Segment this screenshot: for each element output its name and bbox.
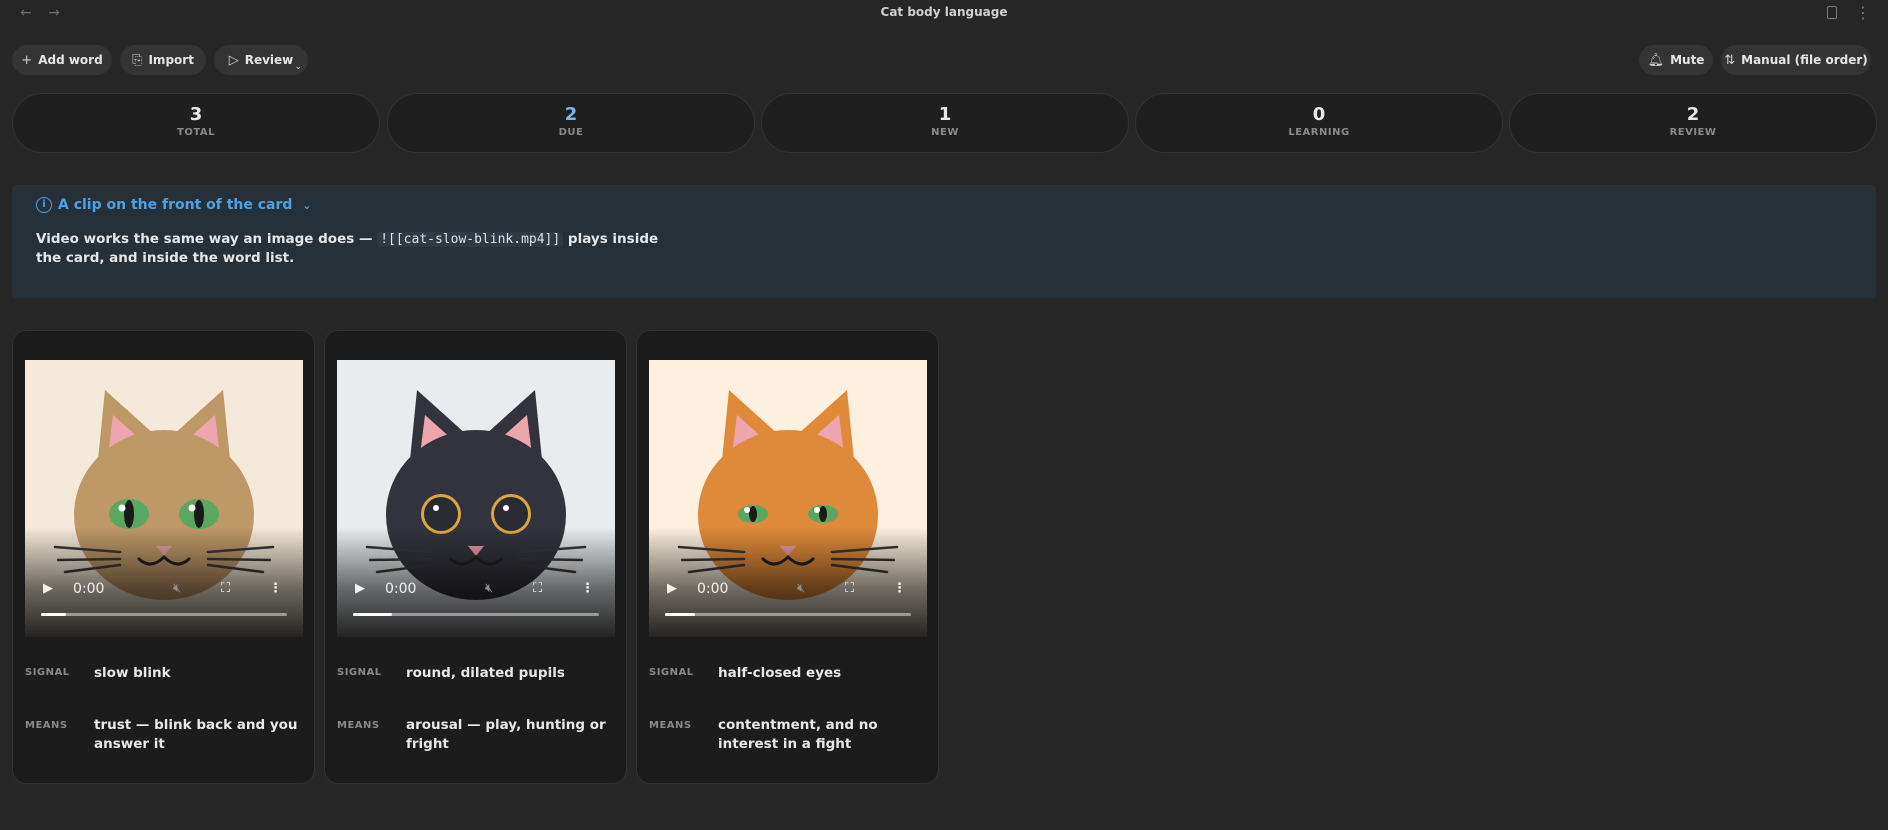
seek-progress xyxy=(41,613,66,616)
add-word-button[interactable]: + Add word xyxy=(12,45,112,75)
import-label: Import xyxy=(148,53,194,67)
stat-value: 0 xyxy=(1312,104,1326,125)
stat-learning: 0 LEARNING xyxy=(1135,93,1503,153)
more-vertical-icon[interactable]: ⋮ xyxy=(1854,4,1872,22)
more-vertical-icon[interactable]: ⋮ xyxy=(893,581,906,597)
toolbar: + Add word ⎘ Import ▷ Review ⌄ 🔔︎ Mute ⇅… xyxy=(0,45,1888,75)
means-label: MEANS xyxy=(25,720,68,731)
more-vertical-icon[interactable]: ⋮ xyxy=(269,581,282,597)
callout-header[interactable]: i A clip on the front of the card ⌄ xyxy=(36,197,312,213)
sort-label: Manual (file order) xyxy=(1741,53,1868,67)
cat-pupil-left xyxy=(124,500,134,528)
sort-order-button[interactable]: ⇅ Manual (file order) xyxy=(1721,45,1871,75)
callout-title: A clip on the front of the card xyxy=(58,197,293,213)
cat-pupil-right xyxy=(194,500,204,528)
cat-eye-shine-left xyxy=(118,504,126,512)
means-value: trust — blink back and you answer it xyxy=(94,717,298,752)
video-seek-bar[interactable] xyxy=(353,613,599,616)
callout-text: Video works the same way an image does — xyxy=(36,231,378,247)
review-button[interactable]: ▷ Review ⌄ xyxy=(214,45,308,75)
signal-value: half-closed eyes xyxy=(718,665,842,681)
stat-value: 1 xyxy=(938,104,952,125)
seek-progress xyxy=(665,613,695,616)
stat-review: 2 REVIEW xyxy=(1509,93,1877,153)
cat-eye-shine-right xyxy=(188,504,196,512)
video-player[interactable]: ▶ 0:00 🔇︎ ⛶ ⋮ xyxy=(649,360,927,637)
cat-eye-shine-right xyxy=(503,505,509,511)
stat-value: 2 xyxy=(1686,104,1700,125)
callout-body: Video works the same way an image does —… xyxy=(36,230,676,268)
stat-value: 3 xyxy=(189,104,203,125)
cat-eye-shine-left xyxy=(433,505,439,511)
plus-icon: + xyxy=(21,52,33,68)
means-value: arousal — play, hunting or fright xyxy=(406,717,606,752)
volume-icon[interactable]: 🔇︎ xyxy=(797,581,805,597)
stat-label: LEARNING xyxy=(1288,127,1350,138)
play-icon[interactable]: ▶ xyxy=(43,581,53,597)
volume-icon[interactable]: 🔇︎ xyxy=(485,581,493,597)
info-icon: i xyxy=(36,197,52,213)
volume-icon[interactable]: 🔇︎ xyxy=(173,581,181,597)
video-controls: ▶ 0:00 🔇︎ ⛶ ⋮ xyxy=(25,527,303,637)
window-title: Cat body language xyxy=(880,5,1008,19)
sort-icon: ⇅ xyxy=(1724,52,1736,68)
more-vertical-icon[interactable]: ⋮ xyxy=(581,581,594,597)
stat-label: NEW xyxy=(931,127,959,138)
stat-value: 2 xyxy=(564,104,578,125)
stat-label: TOTAL xyxy=(177,127,215,138)
video-time: 0:00 xyxy=(73,581,105,597)
video-controls: ▶ 0:00 🔇︎ ⛶ ⋮ xyxy=(649,527,927,637)
stat-due: 2 DUE xyxy=(387,93,755,153)
file-icon[interactable] xyxy=(1823,4,1841,22)
signal-label: SIGNAL xyxy=(25,667,70,678)
means-label: MEANS xyxy=(649,720,692,731)
signal-value: slow blink xyxy=(94,665,171,681)
video-time: 0:00 xyxy=(385,581,417,597)
video-player[interactable]: ▶ 0:00 🔇︎ ⛶ ⋮ xyxy=(25,360,303,637)
mute-button[interactable]: 🔔︎ Mute xyxy=(1639,45,1713,75)
cat-pupil-left xyxy=(749,506,757,522)
title-bar: ← → Cat body language ⋮ xyxy=(0,0,1888,26)
review-label: Review xyxy=(244,53,294,67)
stat-new: 1 NEW xyxy=(761,93,1129,153)
means-label: MEANS xyxy=(337,720,380,731)
word-card: ▶ 0:00 🔇︎ ⛶ ⋮ SIGNAL slow blink MEANS tr… xyxy=(12,330,315,784)
signal-label: SIGNAL xyxy=(337,667,382,678)
video-controls: ▶ 0:00 🔇︎ ⛶ ⋮ xyxy=(337,527,615,637)
signal-value: round, dilated pupils xyxy=(406,665,565,681)
bell-icon: 🔔︎ xyxy=(1647,52,1665,68)
signal-label: SIGNAL xyxy=(649,667,694,678)
mute-label: Mute xyxy=(1670,53,1705,67)
cat-pupil-right xyxy=(819,506,827,522)
seek-progress xyxy=(353,613,393,616)
stat-label: REVIEW xyxy=(1669,127,1717,138)
word-card: ▶ 0:00 🔇︎ ⛶ ⋮ SIGNAL half-closed eyes ME… xyxy=(636,330,939,784)
fullscreen-icon[interactable]: ⛶ xyxy=(221,581,230,597)
play-icon: ▷ xyxy=(228,52,239,68)
cat-eye-shine-left xyxy=(744,507,750,513)
import-button[interactable]: ⎘ Import xyxy=(120,45,206,75)
stat-label: DUE xyxy=(558,127,584,138)
stat-total: 3 TOTAL xyxy=(12,93,380,153)
chevron-down-icon[interactable]: ⌄ xyxy=(294,62,302,72)
video-seek-bar[interactable] xyxy=(665,613,911,616)
video-time: 0:00 xyxy=(697,581,729,597)
add-word-label: Add word xyxy=(38,53,103,67)
video-seek-bar[interactable] xyxy=(41,613,287,616)
callout-code: ![[cat-slow-blink.mp4]] xyxy=(377,232,564,247)
cat-pupil-left xyxy=(424,497,458,531)
info-callout: i A clip on the front of the card ⌄ Vide… xyxy=(12,185,1876,298)
chevron-down-icon[interactable]: ⌄ xyxy=(302,199,311,212)
fullscreen-icon[interactable]: ⛶ xyxy=(845,581,854,597)
play-icon[interactable]: ▶ xyxy=(355,581,365,597)
fullscreen-icon[interactable]: ⛶ xyxy=(533,581,542,597)
play-icon[interactable]: ▶ xyxy=(667,581,677,597)
means-value: contentment, and no interest in a fight xyxy=(718,717,878,752)
cat-pupil-right xyxy=(494,497,528,531)
video-player[interactable]: ▶ 0:00 🔇︎ ⛶ ⋮ xyxy=(337,360,615,637)
import-icon: ⎘ xyxy=(132,52,143,68)
cat-eye-shine-right xyxy=(814,507,820,513)
word-card: ▶ 0:00 🔇︎ ⛶ ⋮ SIGNAL round, dilated pupi… xyxy=(324,330,627,784)
